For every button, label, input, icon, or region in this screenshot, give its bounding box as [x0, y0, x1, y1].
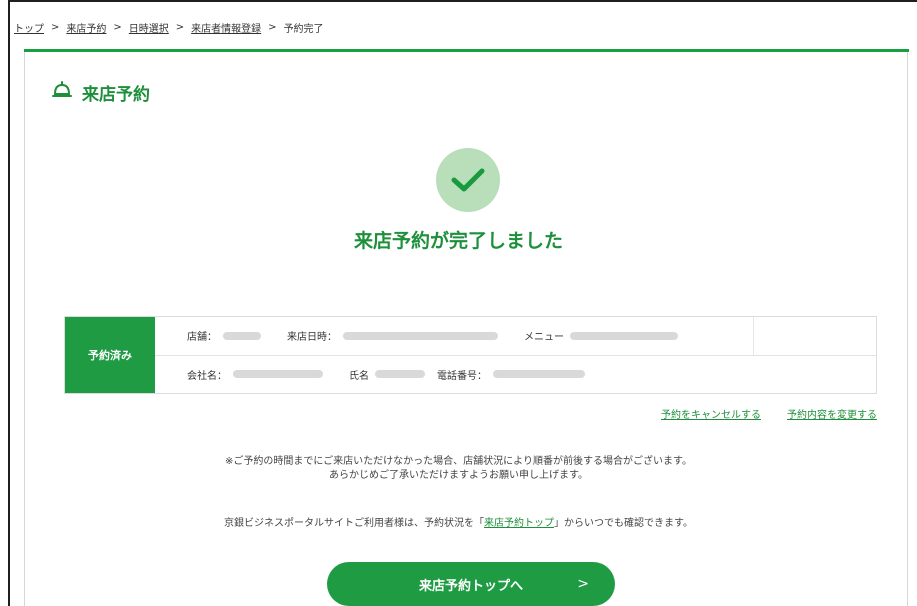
notice-text: ※ご予約の時間までにご来店いただけなかった場合、店舗状況により順番が前後する場合… [0, 455, 917, 483]
page-title-text: 来店予約 [82, 85, 150, 105]
phone-label: 電話番号： [437, 370, 487, 382]
company-label: 会社名： [187, 370, 227, 382]
name-value [375, 370, 425, 379]
menu-label: メニュー [524, 332, 564, 344]
datetime-label: 来店日時： [287, 332, 337, 344]
reservation-info: 予約済み 店舗： 来店日時： メニュー 会社名： 氏名 電話番号： [64, 316, 877, 394]
breadcrumb-reservation[interactable]: 来店予約 [66, 20, 106, 35]
store-label: 店舗： [187, 332, 217, 344]
company-value [233, 370, 323, 379]
breadcrumb-separator: > [175, 22, 185, 33]
info-row-1: 店舗： 来店日時： メニュー [155, 317, 876, 355]
name-label: 氏名 [349, 370, 369, 382]
status-badge: 予約済み [65, 317, 155, 393]
breadcrumb-current: 予約完了 [283, 24, 324, 35]
breadcrumb-separator: > [113, 22, 122, 33]
breadcrumb-datetime[interactable]: 日時選択 [129, 20, 169, 35]
page-title: 来店予約 [52, 80, 150, 105]
menu-value [570, 331, 678, 340]
complete-message: 来店予約が完了しました [353, 230, 563, 252]
change-reservation-link[interactable]: 予約内容を変更する [787, 406, 877, 421]
portal-text: 京銀ビジネスポータルサイトご利用者様は、予約状況を「来店予約トップ」からいつでも… [0, 514, 917, 529]
reservation-top-button-label: 来店予約トップへ [418, 578, 523, 594]
portal-text-after: 」からいつでも確認できます。 [554, 518, 693, 529]
chevron-right-icon: > [577, 576, 589, 592]
breadcrumb: トップ > 来店予約 > 日時選択 > 来店者情報登録 > 予約完了 [14, 20, 324, 35]
action-links: 予約をキャンセルする 予約内容を変更する [661, 406, 877, 421]
notice-line-1: ※ご予約の時間までにご来店いただけなかった場合、店舗状況により順番が前後する場合… [225, 456, 692, 467]
breadcrumb-separator: > [51, 22, 60, 33]
datetime-value [343, 331, 498, 340]
reservation-top-button[interactable]: 来店予約トップへ > [327, 562, 615, 606]
breadcrumb-top[interactable]: トップ [14, 20, 44, 35]
portal-text-before: 京銀ビジネスポータルサイトご利用者様は、予約状況を「 [224, 518, 484, 529]
reservation-top-link[interactable]: 来店予約トップ [484, 518, 554, 529]
cancel-reservation-link[interactable]: 予約をキャンセルする [661, 406, 761, 421]
notice-line-2: あらかじめご了承いただけますようお願い申し上げます。 [329, 470, 588, 481]
info-row-2: 会社名： 氏名 電話番号： [155, 354, 876, 394]
breadcrumb-separator: > [268, 22, 277, 33]
store-value [223, 331, 261, 340]
check-icon [436, 148, 500, 212]
reception-bell-icon [52, 81, 72, 104]
divider [753, 317, 754, 355]
breadcrumb-visitor-info[interactable]: 来店者情報登録 [191, 20, 261, 35]
phone-value [493, 370, 585, 379]
